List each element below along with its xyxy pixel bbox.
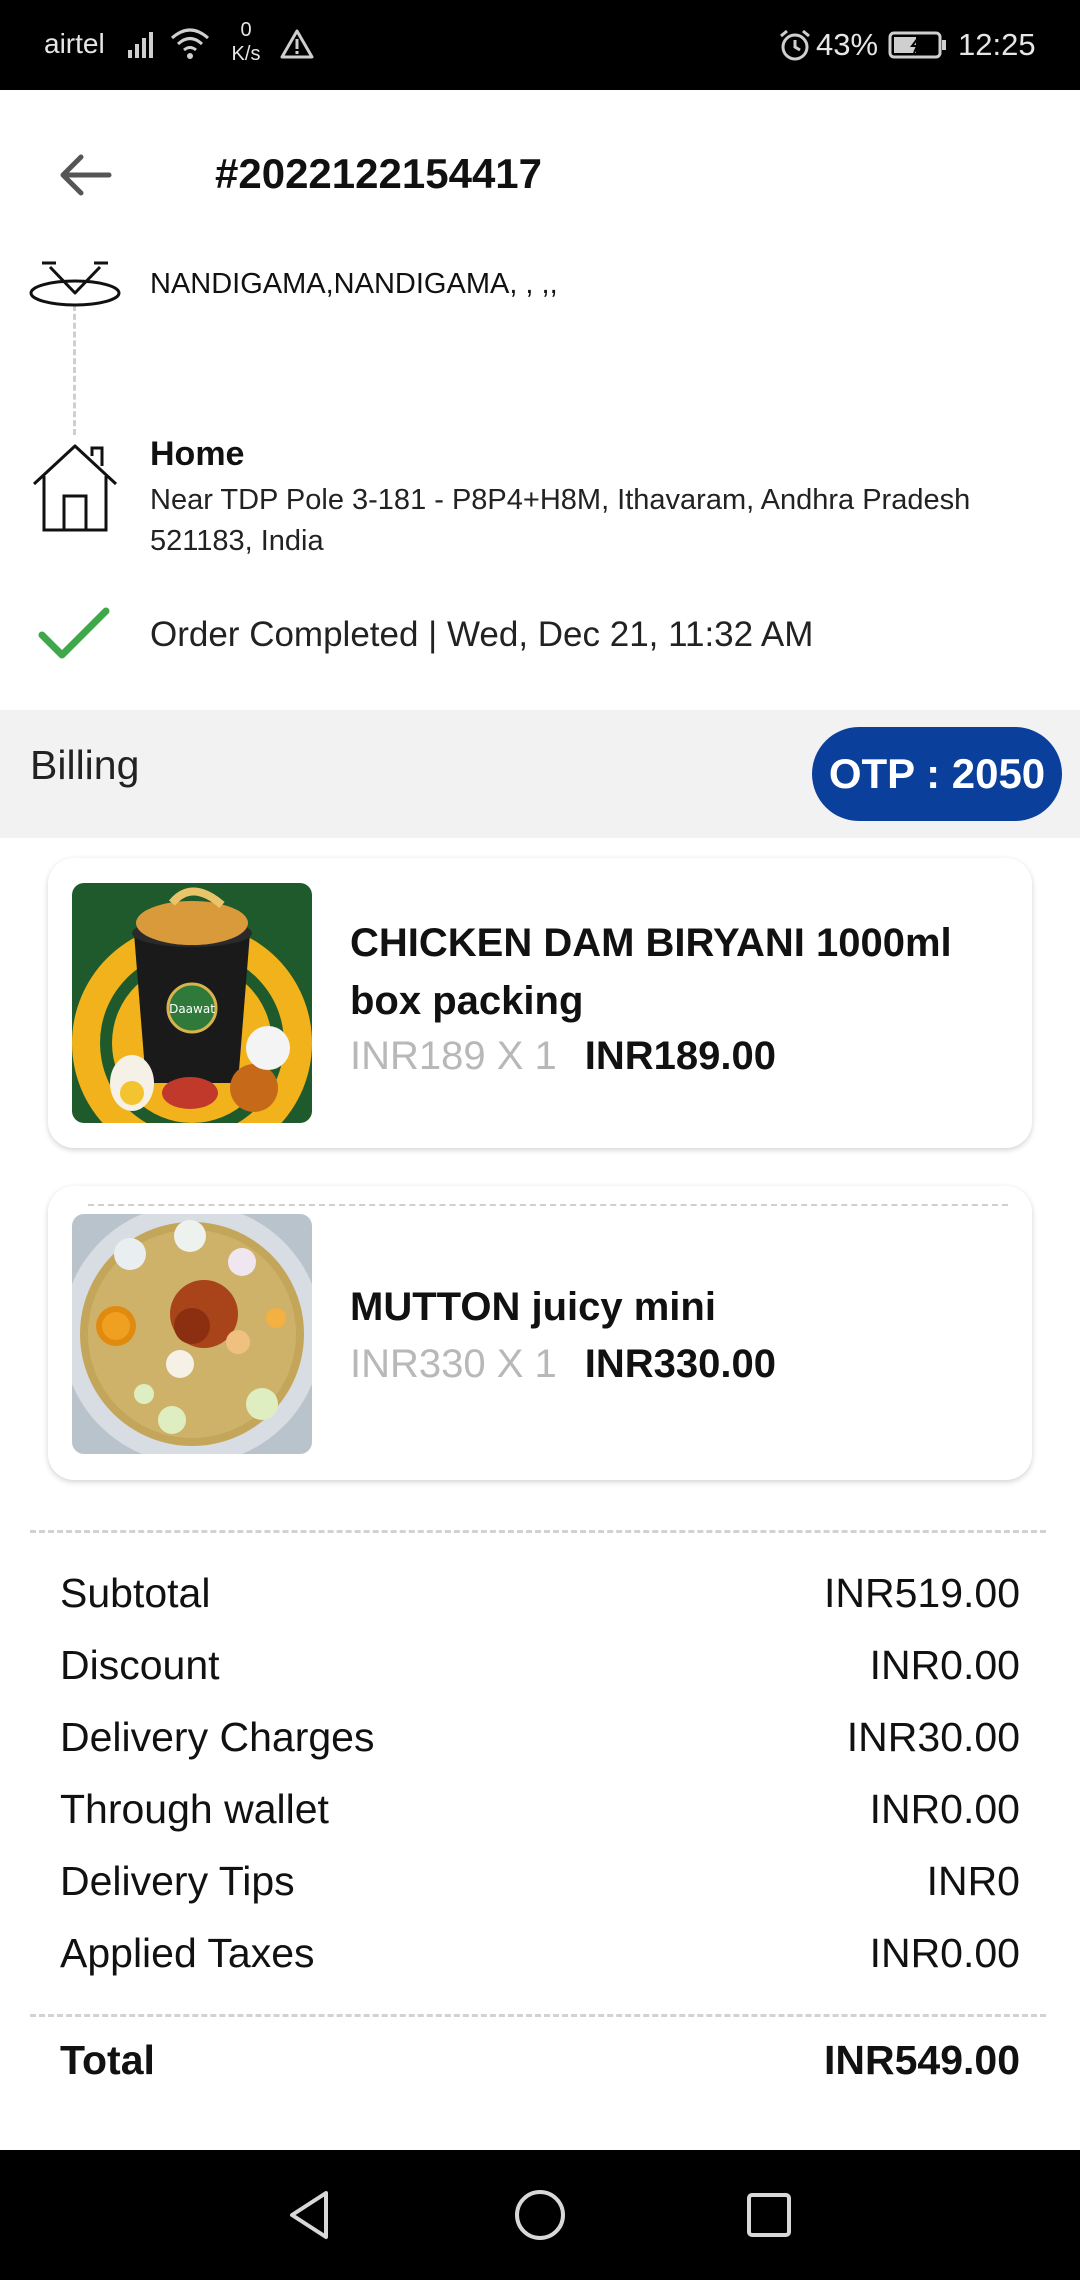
battery-icon (888, 31, 946, 59)
item-name: MUTTON juicy mini (350, 1285, 716, 1329)
summary-divider (30, 1530, 1046, 1533)
item-unit-price: INR189 X 1 (350, 1034, 557, 1078)
total-value: INR549.00 (823, 2037, 1020, 2083)
pickup-address: NANDIGAMA,NANDIGAMA, , ,, (150, 268, 558, 300)
drop-address: Near TDP Pole 3-181 - P8P4+H8M, Ithavara… (150, 484, 971, 557)
drop-label: Home (150, 435, 245, 473)
order-item-card: Daawat CHICKEN DAM BIRYANI 1000ml box pa… (48, 858, 1032, 1148)
wallet-label: Through wallet (60, 1786, 329, 1832)
alarm-icon (780, 29, 810, 61)
otp-badge: OTP : 2050 (812, 727, 1062, 821)
item-price-row: INR189 X 1 INR189.00 (350, 1034, 776, 1079)
delivery-charges-value: INR30.00 (846, 1714, 1020, 1760)
signal-icon (128, 32, 153, 58)
nav-back-button[interactable] (274, 2180, 344, 2250)
check-icon (38, 607, 110, 659)
discount-value: INR0.00 (869, 1642, 1020, 1688)
summary-row-total: Total INR549.00 (60, 2037, 1020, 2093)
scooter-icon (29, 261, 121, 307)
subtotal-label: Subtotal (60, 1570, 211, 1616)
subtotal-value: INR519.00 (823, 1570, 1020, 1616)
biryani-bucket-image: Daawat (72, 883, 312, 1123)
network-speed-unit: K/s (231, 43, 261, 65)
summary-divider (30, 2014, 1046, 2017)
item-image-brand: Daawat (169, 1002, 215, 1016)
carrier-name: airtel (44, 28, 105, 59)
network-speed-value: 0 (240, 19, 252, 41)
summary-row-tips: Delivery Tips INR0 (60, 1858, 1020, 1914)
summary-row-discount: Discount INR0.00 (60, 1642, 1020, 1698)
billing-header: Billing OTP : 2050 (0, 710, 1080, 838)
status-bar: airtel 0 K/s 43% 12:25 (0, 0, 1080, 90)
wallet-value: INR0.00 (869, 1786, 1020, 1832)
nav-back-icon (290, 2191, 328, 2239)
taxes-label: Applied Taxes (60, 1930, 315, 1976)
item-price-row: INR330 X 1 INR330.00 (350, 1342, 776, 1387)
summary-row-delivery: Delivery Charges INR30.00 (60, 1714, 1020, 1770)
summary-row-subtotal: Subtotal INR519.00 (60, 1570, 1020, 1626)
summary-row-taxes: Applied Taxes INR0.00 (60, 1930, 1020, 1986)
tips-value: INR0 (926, 1858, 1020, 1904)
nav-home-icon (515, 2190, 565, 2240)
nav-home-button[interactable] (505, 2180, 575, 2250)
warning-icon (280, 29, 314, 59)
battery-percent: 43% (816, 27, 879, 62)
delivery-charges-label: Delivery Charges (60, 1714, 375, 1760)
item-unit-price: INR330 X 1 (350, 1342, 557, 1386)
order-id-title: #2022122154417 (215, 150, 543, 197)
item-image: Daawat (72, 883, 312, 1123)
item-name: CHICKEN DAM BIRYANI 1000ml box packing (350, 921, 952, 1023)
back-arrow-icon (60, 154, 112, 196)
billing-title: Billing (30, 742, 140, 788)
wifi-icon (171, 28, 209, 59)
tips-label: Delivery Tips (60, 1858, 295, 1904)
order-item-card: MUTTON juicy mini INR330 X 1 INR330.00 (48, 1186, 1032, 1480)
system-nav-bar (0, 2150, 1080, 2280)
network-speed: 0 K/s (226, 18, 266, 66)
card-divider (88, 1204, 1008, 1206)
back-button[interactable] (50, 140, 120, 210)
item-image (72, 1214, 312, 1454)
summary-row-wallet: Through wallet INR0.00 (60, 1786, 1020, 1842)
nav-recent-button[interactable] (734, 2180, 804, 2250)
item-total-price: INR189.00 (584, 1034, 777, 1078)
order-status: Order Completed | Wed, Dec 21, 11:32 AM (150, 615, 814, 654)
mutton-biryani-image (72, 1214, 312, 1454)
home-icon (32, 444, 118, 532)
discount-label: Discount (60, 1642, 220, 1688)
item-total-price: INR330.00 (584, 1342, 777, 1386)
nav-recent-icon (747, 2193, 791, 2237)
taxes-value: INR0.00 (869, 1930, 1020, 1976)
clock: 12:25 (958, 27, 1036, 62)
total-label: Total (60, 2037, 155, 2083)
route-connector (73, 305, 76, 435)
